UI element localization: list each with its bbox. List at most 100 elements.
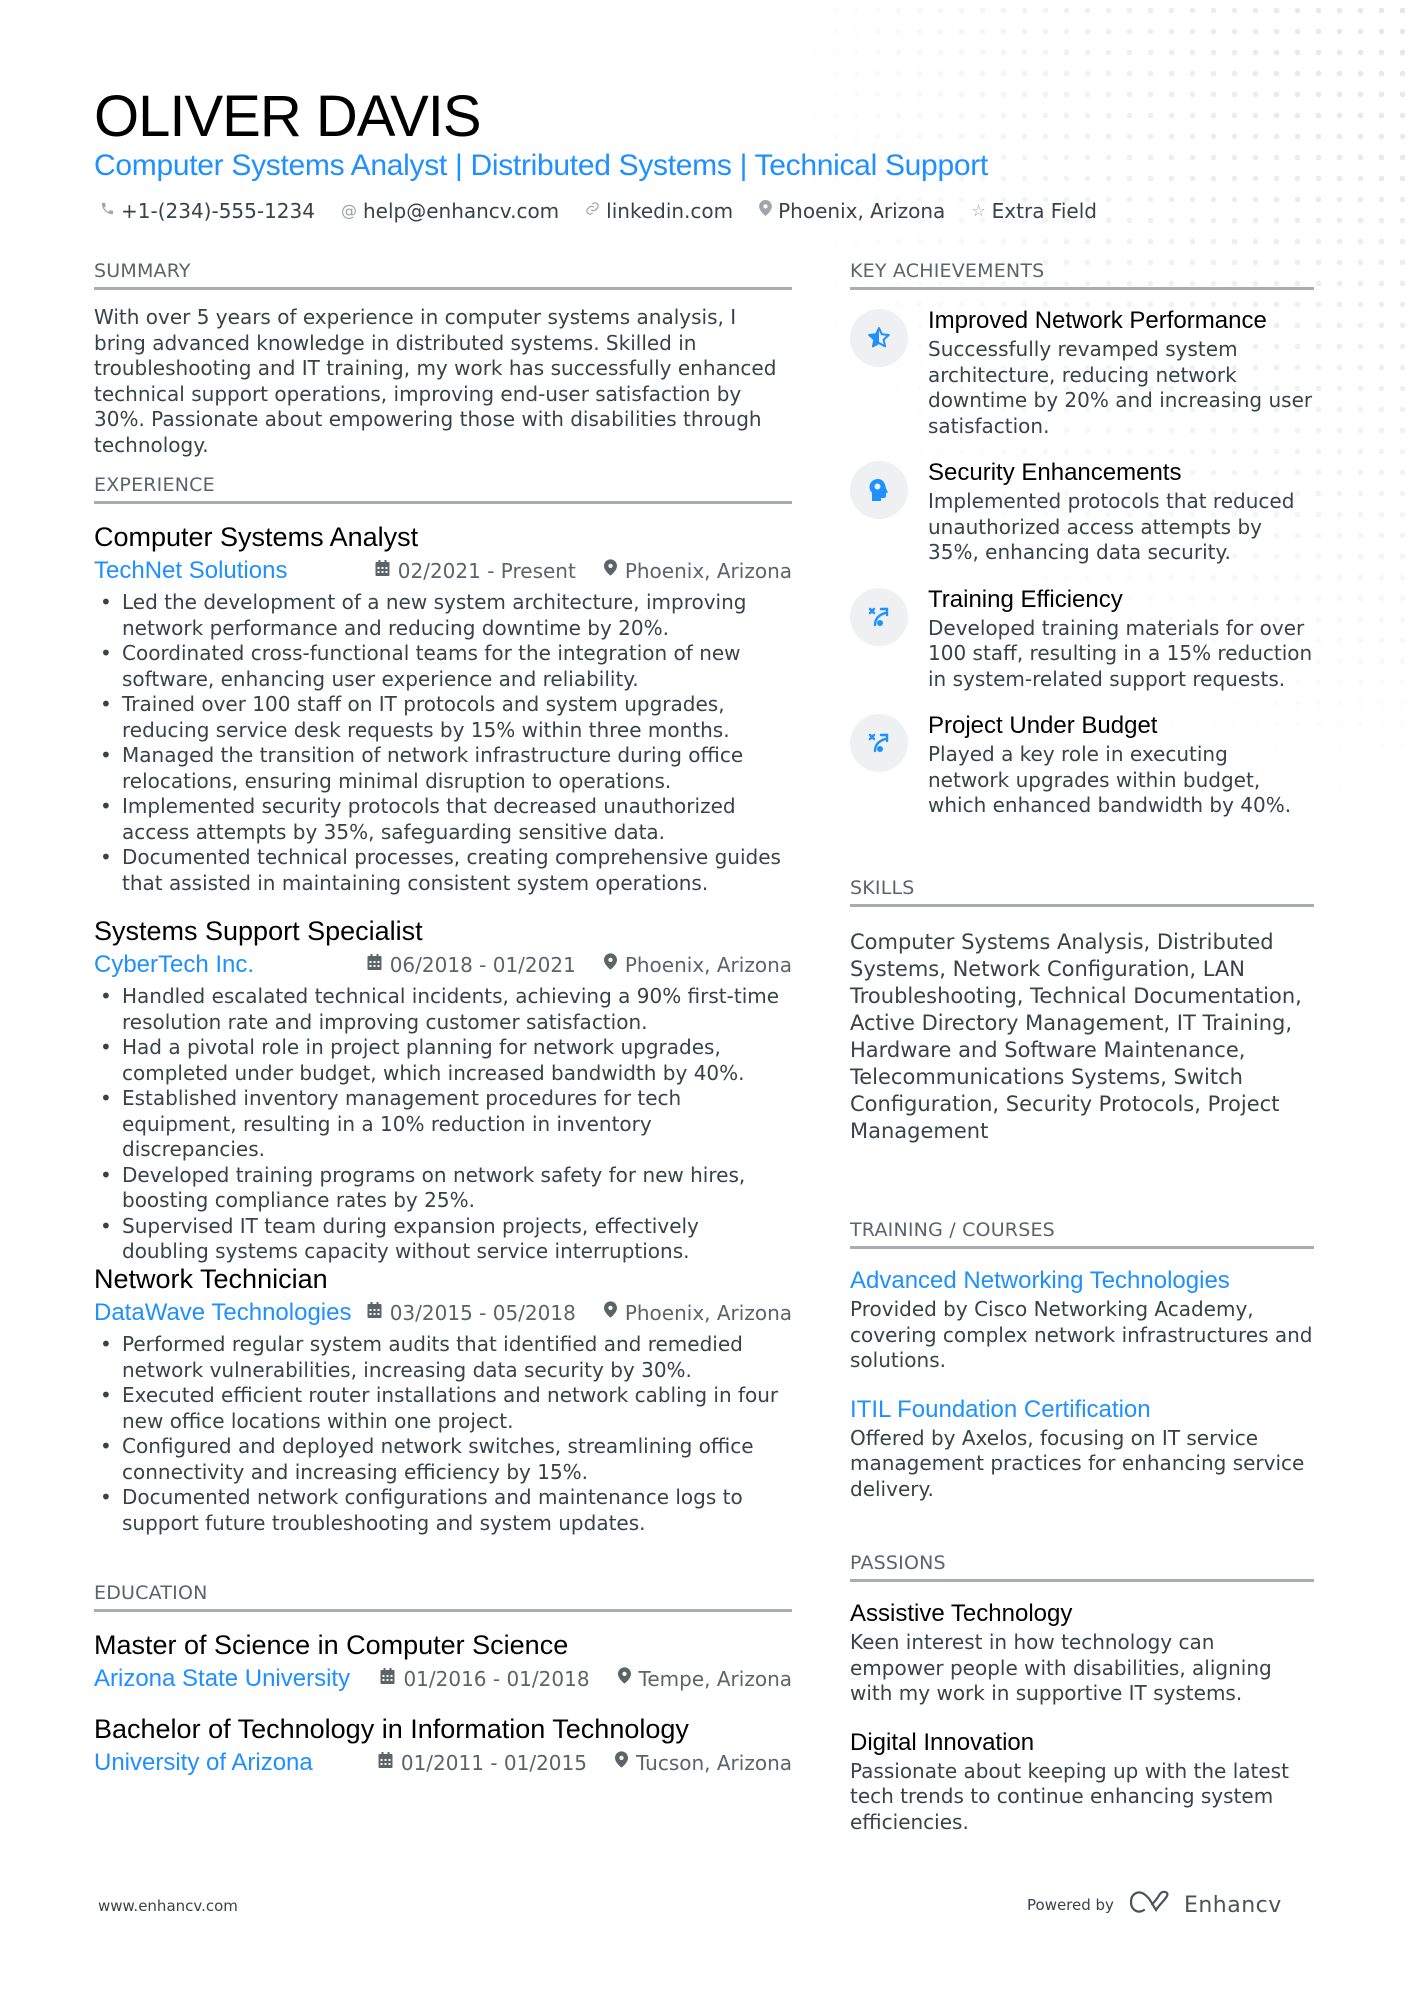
job-title: Computer Systems Analyst [94,522,419,552]
education-item: Master of Science in Computer Science Ar… [94,1628,792,1694]
enhancv-brand-link[interactable]: Enhancv [1129,1890,1282,1920]
skills-text: Computer Systems Analysis, Distributed S… [850,930,1302,1143]
contact-extra: ☆ Extra Field [971,197,1097,225]
skills-section: SKILLS Computer Systems Analysis, Distri… [850,875,1314,1145]
calendar-icon [378,1748,393,1778]
education-section: EDUCATION Master of Science in Computer … [94,1580,792,1778]
location-icon [617,1664,631,1694]
summary-section: SUMMARY With over 5 years of experience … [94,258,792,458]
school-name[interactable]: University of Arizona [94,1748,313,1778]
achievements-section: KEY ACHIEVEMENTS Improved Network Perfor… [850,258,1314,819]
phone-icon [100,197,115,225]
job-location: Phoenix, Arizona [624,953,792,977]
course-title[interactable]: ITIL Foundation Certification [850,1394,1314,1426]
location-icon [603,950,617,980]
degree-title: Master of Science in Computer Science [94,1630,569,1660]
achievement-item: Training Efficiency Developed training m… [850,584,1314,693]
location-icon [603,1298,617,1328]
calendar-icon [375,556,390,586]
bullet-item: Had a pivotal role in project planning f… [100,1035,792,1086]
contact-email[interactable]: @ help@enhancv.com [341,197,559,225]
job-location: Phoenix, Arizona [624,1301,792,1325]
achievement-item: Improved Network Performance Successfull… [850,305,1314,439]
passion-text: Passionate about keeping up with the lat… [850,1758,1289,1834]
education-location: Tucson, Arizona [635,1751,792,1775]
candidate-name: OLIVER DAVIS [94,84,482,149]
location-icon [603,556,617,586]
contact-location: Phoenix, Arizona [759,197,945,225]
achievement-item: Security Enhancements Implemented protoc… [850,457,1314,566]
calendar-icon [367,950,382,980]
course-title[interactable]: Advanced Networking Technologies [850,1265,1314,1297]
passion-text: Keen interest in how technology can empo… [850,1630,1272,1705]
bullet-item: Supervised IT team during expansion proj… [100,1214,792,1265]
bullet-item: Configured and deployed network switches… [100,1434,792,1485]
contact-linkedin[interactable]: linkedin.com [585,197,733,225]
bullet-item: Implemented security protocols that decr… [100,794,792,845]
achievement-text: Developed training materials for over 10… [928,615,1313,691]
bullet-item: Executed efficient router installations … [100,1383,792,1434]
education-item: Bachelor of Technology in Information Te… [94,1712,792,1778]
location-icon [614,1748,628,1778]
enhancv-brand-name: Enhancv [1183,1892,1282,1918]
bullet-item: Coordinated cross-functional teams for t… [100,641,792,692]
skills-heading: SKILLS [850,875,1314,907]
location-icon [759,197,773,225]
course-text: Offered by Axelos, focusing on IT servic… [850,1425,1305,1501]
company-name[interactable]: TechNet Solutions [94,556,287,586]
contact-location-text: Phoenix, Arizona [778,199,946,223]
degree-title: Bachelor of Technology in Information Te… [94,1714,689,1744]
enhancv-logo-icon [1129,1890,1176,1920]
contact-linkedin-text: linkedin.com [606,199,734,223]
training-item: Advanced Networking Technologies Provide… [850,1265,1314,1374]
passion-title: Assistive Technology [850,1600,1073,1627]
education-location: Tempe, Arizona [638,1667,792,1691]
contact-phone-text: +1-(234)-555-1234 [121,199,315,223]
job-bullets: Performed regular system audits that ide… [94,1332,792,1536]
training-heading: TRAINING / COURSES [850,1217,1314,1249]
candidate-headline: Computer Systems Analyst | Distributed S… [94,149,988,182]
summary-text: With over 5 years of experience in compu… [94,305,777,457]
summary-heading: SUMMARY [94,258,792,290]
contact-email-text: help@enhancv.com [362,199,560,223]
strategy-icon [850,587,908,646]
company-name[interactable]: DataWave Technologies [94,1298,351,1328]
bullet-item: Led the development of a new system arch… [100,590,792,641]
job-bullets: Handled escalated technical incidents, a… [94,984,792,1265]
star-icon: ☆ [971,201,986,220]
achievement-title: Project Under Budget [928,712,1158,739]
education-dates: 01/2016 - 01/2018 [403,1667,590,1691]
education-heading: EDUCATION [94,1580,792,1612]
calendar-icon [367,1298,382,1328]
bullet-item: Managed the transition of network infras… [100,743,792,794]
experience-item: Network Technician DataWave Technologies… [94,1262,792,1536]
experience-item: Systems Support Specialist CyberTech Inc… [94,914,792,1265]
half-star-icon [850,309,908,367]
achievement-text: Successfully revamped system architectur… [928,337,1313,438]
job-dates: 03/2015 - 05/2018 [389,1301,576,1325]
passion-item: Assistive Technology Keen interest in ho… [850,1598,1314,1707]
bullet-item: Documented technical processes, creating… [100,845,792,896]
school-name[interactable]: Arizona State University [94,1664,350,1694]
bullet-item: Handled escalated technical incidents, a… [100,984,792,1035]
passions-section: PASSIONS Assistive Technology Keen inter… [850,1550,1314,1835]
bullet-item: Trained over 100 staff on IT protocols a… [100,692,792,743]
achievement-title: Improved Network Performance [928,307,1267,334]
passions-heading: PASSIONS [850,1550,1314,1582]
brain-head-icon [850,461,908,519]
job-dates: 06/2018 - 01/2021 [389,953,576,977]
at-icon: @ [340,201,357,220]
contact-bar: +1-(234)-555-1234 @ help@enhancv.com lin… [100,197,1097,225]
experience-section: EXPERIENCE Computer Systems Analyst Tech… [94,472,792,896]
training-item: ITIL Foundation Certification Offered by… [850,1394,1314,1503]
course-text: Provided by Cisco Networking Academy, co… [850,1297,1313,1372]
footer-powered-by: Powered by Enhancv [1027,1890,1282,1920]
footer-website-link[interactable]: www.enhancv.com [98,1897,238,1915]
achievement-text: Implemented protocols that reduced unaut… [928,489,1295,564]
bullet-item: Performed regular system audits that ide… [100,1332,792,1383]
bullet-item: Developed training programs on network s… [100,1163,792,1214]
strategy-icon [850,714,908,772]
education-dates: 01/2011 - 01/2015 [400,1751,587,1775]
company-name[interactable]: CyberTech Inc. [94,950,254,980]
contact-phone[interactable]: +1-(234)-555-1234 [100,197,315,225]
